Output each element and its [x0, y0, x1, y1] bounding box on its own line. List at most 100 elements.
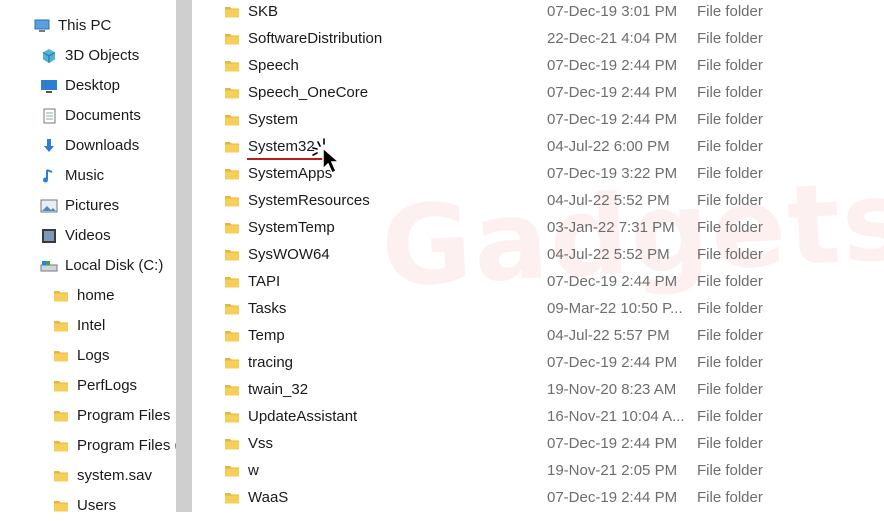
- nav-item-downloads[interactable]: Downloads: [40, 131, 139, 161]
- nav-item-music[interactable]: Music: [40, 161, 104, 191]
- file-date-modified: 07-Dec-19 2:44 PM: [547, 489, 678, 506]
- file-row[interactable]: SystemApps 07-Dec-19 3:22 PM File folder: [192, 162, 884, 189]
- file-row[interactable]: WaaS 07-Dec-19 2:44 PM File folder: [192, 486, 884, 513]
- folder-icon: [52, 317, 70, 335]
- file-type: File folder: [697, 327, 763, 344]
- file-date-modified: 04-Jul-22 5:52 PM: [547, 246, 670, 263]
- nav-item-intel[interactable]: Intel: [52, 311, 105, 341]
- nav-item-desktop[interactable]: Desktop: [40, 71, 120, 101]
- file-date-modified: 07-Dec-19 3:01 PM: [547, 3, 678, 20]
- file-type: File folder: [697, 3, 763, 20]
- file-name: w: [248, 462, 259, 479]
- file-row[interactable]: twain_32 19-Nov-20 8:23 AM File folder: [192, 378, 884, 405]
- file-name: SysWOW64: [248, 246, 330, 263]
- mouse-pointer-icon: [312, 138, 341, 175]
- file-type: File folder: [697, 138, 763, 155]
- file-name: Vss: [248, 435, 274, 452]
- file-type: File folder: [697, 435, 763, 452]
- nav-item-label: Local Disk (C:): [65, 257, 164, 274]
- file-type: File folder: [697, 165, 763, 182]
- file-row[interactable]: SystemResources 04-Jul-22 5:52 PM File fol…: [192, 189, 884, 216]
- nav-item-perflogs[interactable]: PerfLogs: [52, 371, 137, 401]
- documents-icon: [40, 107, 58, 125]
- nav-item-system-sav[interactable]: system.sav: [52, 461, 152, 491]
- folder-icon: [52, 497, 70, 515]
- file-name: WaaS: [248, 489, 289, 506]
- file-type: File folder: [697, 57, 763, 74]
- file-row[interactable]: Speech 07-Dec-19 2:44 PM File folder: [192, 54, 884, 81]
- folder-icon: [224, 220, 240, 236]
- file-row[interactable]: Tasks 09-Mar-22 10:50 P... File folder: [192, 297, 884, 324]
- nav-item-program-files[interactable]: Program Files: [52, 401, 170, 431]
- music-icon: [40, 167, 58, 185]
- file-row[interactable]: UpdateAssistant 16-Nov-21 10:04 A... File …: [192, 405, 884, 432]
- folder-icon: [224, 301, 240, 317]
- file-type: File folder: [697, 273, 763, 290]
- file-row[interactable]: SystemTemp 03-Jan-22 7:31 PM File folder: [192, 216, 884, 243]
- file-date-modified: 07-Dec-19 2:44 PM: [547, 273, 678, 290]
- file-row[interactable]: Vss 07-Dec-19 2:44 PM File folder: [192, 432, 884, 459]
- folder-icon: [224, 274, 240, 290]
- nav-item-label: Music: [65, 167, 105, 184]
- file-date-modified: 07-Dec-19 2:44 PM: [547, 354, 678, 371]
- nav-item-label: Videos: [65, 227, 111, 244]
- file-date-modified: 04-Jul-22 5:57 PM: [547, 327, 670, 344]
- file-row[interactable]: SoftwareDistribution 22-Dec-21 4:04 PM Fil…: [192, 27, 884, 54]
- nav-item-users[interactable]: Users: [52, 491, 116, 521]
- folder-icon: [52, 287, 70, 305]
- nav-item-program-files[interactable]: Program Files (: [52, 431, 180, 461]
- nav-item-label: Users: [77, 497, 117, 514]
- file-row[interactable]: SysWOW64 04-Jul-22 5:52 PM File folder: [192, 243, 884, 270]
- scrollbar-thumb[interactable]: [176, 0, 192, 512]
- file-row[interactable]: w 19-Nov-21 2:05 PM File folder: [192, 459, 884, 486]
- file-date-modified: 22-Dec-21 4:04 PM: [547, 30, 678, 47]
- file-row[interactable]: Speech_OneCore 07-Dec-19 2:44 PM File fold…: [192, 81, 884, 108]
- file-name: Temp: [248, 327, 285, 344]
- file-name: SystemTemp: [248, 219, 335, 236]
- file-type: File folder: [697, 300, 763, 317]
- folder-icon: [224, 139, 240, 155]
- folder-icon: [224, 58, 240, 74]
- file-type: File folder: [697, 84, 763, 101]
- file-row[interactable]: TAPI 07-Dec-19 2:44 PM File folder: [192, 270, 884, 297]
- nav-item-label: Intel: [77, 317, 106, 334]
- nav-item-local-disk-c[interactable]: Local Disk (C:): [40, 251, 163, 281]
- file-date-modified: 07-Dec-19 2:44 PM: [547, 84, 678, 101]
- file-date-modified: 07-Dec-19 2:44 PM: [547, 111, 678, 128]
- folder-icon: [224, 409, 240, 425]
- nav-item-label: Program Files (: [77, 437, 180, 454]
- videos-icon: [40, 227, 58, 245]
- file-name: System32: [248, 138, 315, 155]
- scrollbar[interactable]: [176, 0, 192, 512]
- file-date-modified: 07-Dec-19 2:44 PM: [547, 57, 678, 74]
- file-type: File folder: [697, 462, 763, 479]
- nav-item-documents[interactable]: Documents: [40, 101, 141, 131]
- folder-icon: [224, 193, 240, 209]
- file-date-modified: 19-Nov-21 2:05 PM: [547, 462, 678, 479]
- nav-item-home[interactable]: home: [52, 281, 115, 311]
- file-date-modified: 07-Dec-19 2:44 PM: [547, 435, 678, 452]
- file-row[interactable]: SKB 07-Dec-19 3:01 PM File folder: [192, 0, 884, 27]
- file-row[interactable]: Temp 04-Jul-22 5:57 PM File folder: [192, 324, 884, 351]
- file-name: Tasks: [248, 300, 287, 317]
- file-type: File folder: [697, 219, 763, 236]
- file-type: File folder: [697, 30, 763, 47]
- file-row[interactable]: tracing 07-Dec-19 2:44 PM File folder: [192, 351, 884, 378]
- nav-item-label: This PC: [58, 17, 112, 34]
- file-list: Gadgets SKB 07-Dec-19 3:01 PM File folder S…: [192, 0, 884, 512]
- nav-item-videos[interactable]: Videos: [40, 221, 111, 251]
- nav-item-this-pc[interactable]: This PC: [33, 11, 111, 41]
- file-type: File folder: [697, 354, 763, 371]
- nav-item-3d-objects[interactable]: 3D Objects: [40, 41, 139, 71]
- nav-item-pictures[interactable]: Pictures: [40, 191, 119, 221]
- nav-item-label: system.sav: [77, 467, 153, 484]
- nav-item-logs[interactable]: Logs: [52, 341, 110, 371]
- folder-icon: [224, 382, 240, 398]
- file-row[interactable]: System 07-Dec-19 2:44 PM File folder: [192, 108, 884, 135]
- file-name: TAPI: [248, 273, 281, 290]
- pc-icon: [33, 17, 51, 35]
- nav-item-label: 3D Objects: [65, 47, 140, 64]
- file-row[interactable]: System32 04-Jul-22 6:00 PM File folder: [192, 135, 884, 162]
- nav-item-label: Program Files: [77, 407, 171, 424]
- nav-item-label: Documents: [65, 107, 141, 124]
